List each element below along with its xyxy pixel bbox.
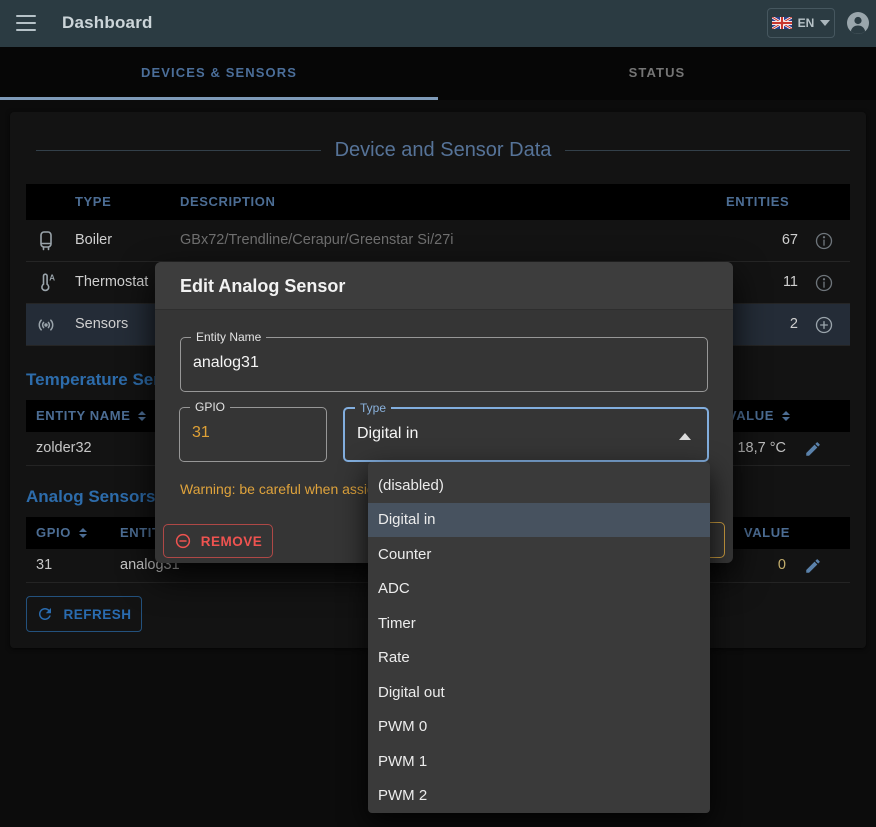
col-description: DESCRIPTION bbox=[180, 194, 275, 209]
svg-text:A: A bbox=[49, 274, 55, 283]
divider bbox=[565, 150, 850, 151]
tab-devices-sensors[interactable]: DEVICES & SENSORS bbox=[0, 47, 438, 100]
entity-name-field[interactable]: Entity Name analog31 bbox=[180, 337, 708, 392]
dialog-header: Edit Analog Sensor bbox=[155, 262, 733, 310]
remove-circle-icon bbox=[174, 532, 192, 550]
sensors-icon bbox=[34, 313, 58, 337]
option-pwm-2[interactable]: PWM 2 bbox=[368, 779, 710, 814]
col-value: VALUE bbox=[744, 525, 790, 540]
menu-icon[interactable] bbox=[16, 15, 36, 31]
sort-icon[interactable] bbox=[138, 411, 146, 421]
col-entities: ENTITIES bbox=[726, 194, 826, 209]
option-timer[interactable]: Timer bbox=[368, 606, 710, 641]
option-disabled[interactable]: (disabled) bbox=[368, 468, 710, 503]
dialog-title: Edit Analog Sensor bbox=[180, 276, 345, 297]
remove-button[interactable]: REMOVE bbox=[163, 524, 273, 558]
entity-name-value: analog31 bbox=[193, 354, 259, 372]
type-label: Type bbox=[355, 401, 391, 415]
language-selector[interactable]: EN bbox=[767, 8, 835, 38]
entities-count: 2 bbox=[790, 316, 798, 332]
device-type: Thermostat bbox=[75, 274, 148, 290]
type-dropdown-panel: (disabled) Digital in Counter ADC Timer … bbox=[368, 462, 710, 813]
option-adc[interactable]: ADC bbox=[368, 572, 710, 607]
page-title: Device and Sensor Data bbox=[335, 139, 552, 162]
info-icon[interactable] bbox=[814, 231, 834, 251]
app-title: Dashboard bbox=[62, 13, 153, 33]
sort-icon[interactable] bbox=[782, 411, 790, 421]
sort-icon[interactable] bbox=[79, 528, 87, 538]
tab-bar: DEVICES & SENSORS STATUS bbox=[0, 47, 876, 100]
refresh-icon bbox=[36, 605, 54, 623]
device-type: Boiler bbox=[75, 232, 112, 248]
chevron-up-icon bbox=[679, 433, 691, 440]
warning-text: Warning: be careful when assig bbox=[180, 481, 375, 497]
entities-count: 11 bbox=[783, 274, 798, 290]
analog-sensors-heading: Analog Sensors bbox=[26, 487, 155, 507]
option-digital-in[interactable]: Digital in bbox=[368, 503, 710, 538]
option-digital-out[interactable]: Digital out bbox=[368, 675, 710, 710]
col-entity-name[interactable]: ENTITY NAME bbox=[36, 408, 146, 423]
device-type: Sensors bbox=[75, 316, 128, 332]
col-type: TYPE bbox=[75, 194, 111, 209]
gpio-field[interactable]: GPIO 31 bbox=[179, 407, 327, 462]
devices-table-header: TYPE DESCRIPTION ENTITIES bbox=[26, 184, 850, 220]
option-pwm-1[interactable]: PWM 1 bbox=[368, 744, 710, 779]
language-label: EN bbox=[798, 16, 815, 30]
thermostat-icon: A bbox=[34, 271, 58, 295]
col-value[interactable]: VALUE bbox=[728, 408, 790, 423]
gpio-label: GPIO bbox=[190, 400, 230, 414]
divider bbox=[36, 150, 321, 151]
value-cell: 18,7 °C bbox=[737, 440, 786, 456]
option-pwm-0[interactable]: PWM 0 bbox=[368, 710, 710, 745]
app-bar: Dashboard EN bbox=[0, 0, 876, 47]
entity-name-label: Entity Name bbox=[191, 330, 266, 344]
refresh-button[interactable]: REFRESH bbox=[26, 596, 142, 632]
type-value: Digital in bbox=[357, 425, 418, 443]
gpio-cell: 31 bbox=[36, 557, 52, 573]
uk-flag-icon bbox=[772, 17, 792, 29]
account-icon[interactable] bbox=[846, 11, 870, 35]
edit-icon[interactable] bbox=[804, 440, 822, 458]
page-title-row: Device and Sensor Data bbox=[36, 138, 850, 162]
entities-count: 67 bbox=[782, 232, 798, 248]
info-icon[interactable] bbox=[814, 273, 834, 293]
boiler-icon bbox=[34, 229, 58, 253]
option-rate[interactable]: Rate bbox=[368, 641, 710, 676]
entity-name-cell: zolder32 bbox=[36, 440, 92, 456]
add-circle-icon[interactable] bbox=[814, 315, 834, 335]
gpio-value: 31 bbox=[192, 424, 210, 442]
table-row-boiler[interactable]: Boiler GBx72/Trendline/Cerapur/Greenstar… bbox=[26, 220, 850, 262]
tab-status[interactable]: STATUS bbox=[438, 47, 876, 100]
option-counter[interactable]: Counter bbox=[368, 537, 710, 572]
value-cell: 0 bbox=[778, 557, 786, 573]
type-select[interactable]: Type Digital in bbox=[343, 407, 709, 462]
edit-icon[interactable] bbox=[804, 557, 822, 575]
col-gpio[interactable]: GPIO bbox=[36, 525, 87, 540]
dashboard-page: Dashboard EN DEVICES & SE bbox=[0, 0, 876, 827]
device-description: GBx72/Trendline/Cerapur/Greenstar Si/27i bbox=[180, 232, 453, 248]
chevron-down-icon bbox=[820, 20, 830, 26]
